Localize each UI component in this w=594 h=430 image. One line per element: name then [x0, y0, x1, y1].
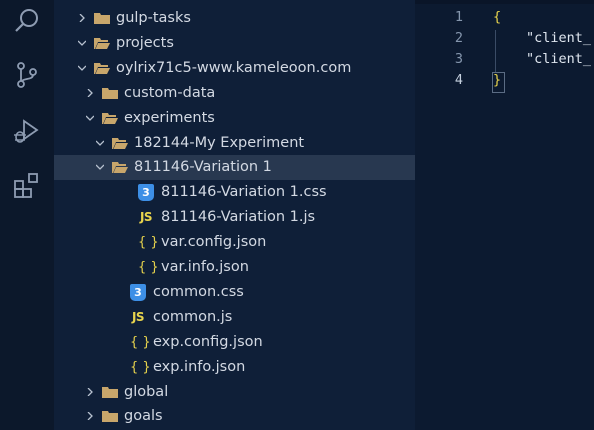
chevron-down-icon[interactable]: [86, 114, 94, 122]
tree-item-label: custom-data: [124, 84, 216, 101]
chevron-down-icon[interactable]: [78, 64, 86, 72]
line-number: 2: [454, 30, 463, 46]
tree-item-label: gulp-tasks: [116, 10, 191, 26]
tree-file-row[interactable]: { } exp.info.json: [54, 355, 415, 380]
chevron-down-icon[interactable]: [96, 139, 104, 147]
tree-item-label: goals: [124, 408, 163, 425]
code-line: {: [493, 9, 502, 25]
tree-file-row[interactable]: { } exp.config.json: [54, 330, 415, 355]
line-number: 1: [454, 9, 463, 25]
tree-folder-row[interactable]: custom-data: [54, 81, 415, 106]
explorer-tree: gulp-tasks projects oylrix71c5-www.kameleo…: [54, 0, 415, 430]
tree-folder-row[interactable]: 182144-My Experiment: [54, 131, 415, 156]
tree-item-label: exp.config.json: [153, 333, 263, 350]
tree-file-row[interactable]: JS common.js: [54, 305, 415, 330]
folder-open-icon: [94, 62, 110, 74]
css-file-icon: 3: [130, 283, 146, 301]
js-file-icon: JS: [139, 210, 153, 225]
folder-open-icon: [112, 137, 128, 149]
tree-item-label: oylrix71c5-www.kameleoon.com: [116, 59, 352, 76]
chevron-down-icon[interactable]: [78, 39, 86, 47]
chevron-down-icon[interactable]: [96, 163, 104, 171]
tree-folder-row[interactable]: oylrix71c5-www.kameleoon.com: [54, 56, 415, 81]
tree-item-label: 182144-My Experiment: [134, 134, 305, 151]
tree-item-label: var.info.json: [161, 259, 249, 275]
chevron-right-icon[interactable]: [78, 14, 86, 22]
folder-icon: [102, 87, 118, 99]
tree-folder-row[interactable]: global: [54, 380, 415, 405]
tree-item-label: experiments: [124, 109, 215, 126]
folder-icon: [102, 386, 118, 398]
tree-item-label: 811146-Variation 1.js: [161, 209, 316, 226]
tree-item-label: projects: [116, 34, 174, 51]
chevron-right-icon[interactable]: [86, 387, 94, 396]
chevron-right-icon[interactable]: [86, 412, 94, 421]
tree-item-label: var.config.json: [161, 234, 267, 251]
extensions-icon[interactable]: [12, 170, 42, 200]
editor-top-border: [415, 0, 594, 4]
search-icon[interactable]: [12, 6, 42, 36]
json-file-icon: { }: [130, 334, 151, 350]
folder-open-icon: [94, 37, 110, 49]
folder-open-icon: [102, 112, 118, 124]
tree-folder-row[interactable]: experiments: [54, 106, 415, 131]
tree-file-row[interactable]: { } var.info.json: [54, 255, 415, 280]
tree-folder-row[interactable]: 811146-Variation 1: [54, 155, 415, 180]
json-file-icon: { }: [130, 359, 151, 375]
activity-bar: [0, 0, 54, 430]
chevron-right-icon[interactable]: [86, 88, 94, 97]
css-file-icon: 3: [138, 184, 154, 202]
json-file-icon: { }: [138, 260, 159, 275]
line-number: 3: [454, 51, 463, 67]
source-control-icon[interactable]: [12, 60, 42, 90]
folder-icon: [94, 13, 110, 24]
code-editor[interactable]: 1 2 3 4 { "client_ "client_ }: [415, 0, 594, 430]
indent-guide: [495, 30, 496, 72]
tree-file-row[interactable]: { } var.config.json: [54, 230, 415, 255]
code-line: "client_: [526, 51, 592, 67]
js-file-icon: JS: [131, 309, 145, 324]
run-debug-icon[interactable]: [12, 116, 42, 146]
tree-file-row[interactable]: JS 811146-Variation 1.js: [54, 205, 415, 230]
tree-file-row[interactable]: 3 common.css: [54, 280, 415, 305]
tree-folder-row[interactable]: gulp-tasks: [54, 6, 415, 31]
folder-open-icon: [112, 162, 128, 173]
tree-folder-row[interactable]: goals: [54, 404, 415, 429]
tree-folder-row[interactable]: projects: [54, 31, 415, 56]
tree-item-label: global: [124, 383, 169, 400]
code-line: }: [493, 72, 502, 88]
line-number: 4: [454, 72, 463, 88]
tree-item-label: exp.info.json: [153, 358, 246, 375]
tree-file-row[interactable]: 3 811146-Variation 1.css: [54, 180, 415, 205]
tree-item-label: common.js: [153, 308, 233, 325]
code-line: "client_: [526, 30, 592, 46]
tree-item-label: 811146-Variation 1.css: [161, 184, 327, 201]
tree-item-label: common.css: [153, 283, 244, 300]
json-file-icon: { }: [138, 235, 159, 251]
tree-item-label: 811146-Variation 1: [134, 159, 272, 175]
folder-icon: [102, 411, 118, 423]
